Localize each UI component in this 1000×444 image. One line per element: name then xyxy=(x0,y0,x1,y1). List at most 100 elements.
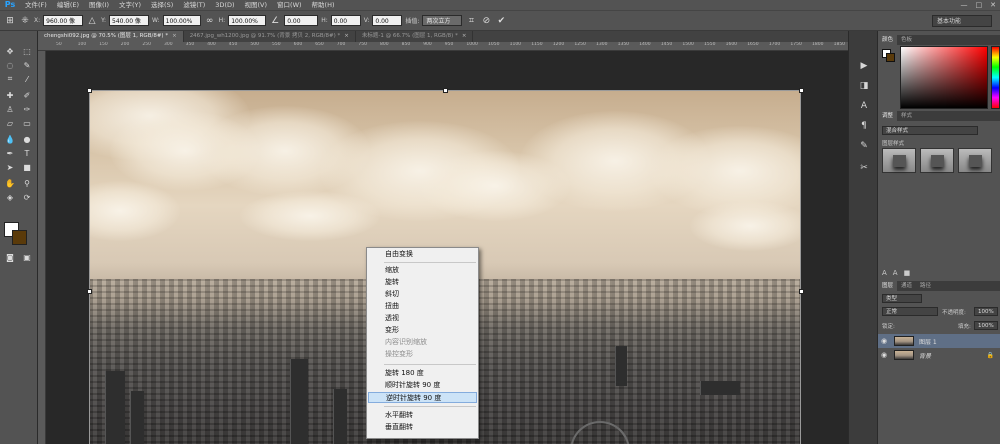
menu-file[interactable]: 文件(F) xyxy=(20,0,52,10)
marquee-tool-icon[interactable]: ⬚ xyxy=(20,45,34,57)
menu-item-skew[interactable]: 斜切 xyxy=(368,289,477,300)
path-select-tool-icon[interactable]: ➤ xyxy=(3,161,17,173)
minimize-button[interactable]: — xyxy=(961,0,968,10)
height-input[interactable]: 100.00% xyxy=(228,15,267,26)
menu-item-flip-horizontal[interactable]: 水平翻转 xyxy=(368,410,477,421)
type-tool-icon[interactable]: T xyxy=(20,147,34,159)
move-tool-icon[interactable]: ✥ xyxy=(3,45,17,57)
tab-layers[interactable]: 图层 xyxy=(878,281,898,291)
tab-chengshi[interactable]: chengshi092.jpg @ 70.5% (图层 1, RGB/8#) *… xyxy=(38,31,184,42)
zoom-tool-icon[interactable]: ⚲ xyxy=(20,177,34,189)
tab-paths[interactable]: 路径 xyxy=(916,281,935,291)
interpolation-dropdown[interactable]: 两次立方 xyxy=(422,15,463,26)
horizontal-ruler[interactable]: 50 100 150 200 250 300 350 400 450 500 550 600 650 70… xyxy=(38,42,848,51)
opacity-input[interactable]: 100% xyxy=(974,307,998,316)
rotate-view-icon[interactable]: ⟳ xyxy=(20,191,34,203)
hue-slider[interactable] xyxy=(991,46,1000,109)
eraser-tool-icon[interactable]: ▱ xyxy=(3,117,17,129)
panel-background-swatch[interactable] xyxy=(886,53,895,62)
tab-styles[interactable]: 样式 xyxy=(897,111,916,121)
close-tab-icon[interactable]: × xyxy=(462,33,467,39)
clone-source-icon[interactable]: ✂ xyxy=(857,161,871,175)
menu-item-rotate-90-ccw[interactable]: 逆时针旋转 90 度 xyxy=(368,392,477,403)
tab-adjustments[interactable]: 调整 xyxy=(878,111,898,121)
fill-input[interactable]: 100% xyxy=(974,321,998,330)
menu-item-scale[interactable]: 缩放 xyxy=(368,265,477,276)
eyedropper-tool-icon[interactable]: ⁄ xyxy=(20,73,34,85)
paragraph-style-icon[interactable]: A xyxy=(893,269,898,277)
hand-tool-icon[interactable]: ✋ xyxy=(3,177,17,189)
width-input[interactable]: 100.00% xyxy=(162,15,201,26)
quick-mask-icon[interactable]: ◙ xyxy=(3,251,17,263)
history-icon[interactable]: ◨ xyxy=(857,79,871,93)
transform-handle-right-mid[interactable] xyxy=(799,289,804,294)
tab-channels[interactable]: 通道 xyxy=(897,281,916,291)
transform-handle-top-left[interactable] xyxy=(87,88,92,93)
transform-handle-left-mid[interactable] xyxy=(87,289,92,294)
visibility-eye-icon[interactable]: ◉ xyxy=(878,351,890,359)
menu-item-rotate-90-cw[interactable]: 顺时针旋转 90 度 xyxy=(368,380,477,391)
paragraph-icon[interactable]: ¶ xyxy=(857,119,871,133)
menu-type[interactable]: 文字(Y) xyxy=(114,0,146,10)
lasso-tool-icon[interactable]: ◌ xyxy=(3,59,17,71)
menu-help[interactable]: 帮助(H) xyxy=(307,0,340,10)
play-icon[interactable]: ▶ xyxy=(857,59,871,73)
commit-transform-icon[interactable]: ✔ xyxy=(495,15,507,27)
menu-view[interactable]: 视图(V) xyxy=(240,0,273,10)
3d-tool-icon[interactable]: ◈ xyxy=(3,191,17,203)
tab-untitled[interactable]: 未标题-1 @ 66.7% (图层 1, RGB/8) * × xyxy=(356,31,474,42)
screen-mode-icon[interactable]: ▣ xyxy=(20,251,34,263)
menu-item-flip-vertical[interactable]: 垂直翻转 xyxy=(368,422,477,433)
warp-mode-icon[interactable]: ⌗ xyxy=(465,15,477,27)
tab-2467[interactable]: 2467.jpg_wh1200.jpg @ 91.7% (背景 拷贝 2, RG… xyxy=(184,31,356,42)
menu-image[interactable]: 图像(I) xyxy=(84,0,114,10)
style-dropdown[interactable]: 混合样式 xyxy=(882,126,978,135)
transform-handle-top-mid[interactable] xyxy=(443,88,448,93)
close-button[interactable]: ✕ xyxy=(990,0,996,10)
workspace-dropdown[interactable]: 基本功能 xyxy=(932,15,992,27)
vskew-input[interactable]: 0.00 xyxy=(372,15,403,26)
close-tab-icon[interactable]: × xyxy=(344,33,349,39)
brush-tool-icon[interactable]: ✐ xyxy=(20,89,34,101)
menu-filter[interactable]: 滤镜(T) xyxy=(178,0,210,10)
character-style-icon[interactable]: A xyxy=(882,269,887,277)
pen-tool-icon[interactable]: ✒ xyxy=(3,147,17,159)
menu-edit[interactable]: 编辑(E) xyxy=(52,0,84,10)
crop-tool-icon[interactable]: ⌗ xyxy=(3,73,17,85)
angle-input[interactable]: 0.00 xyxy=(284,15,319,26)
menu-3d[interactable]: 3D(D) xyxy=(210,0,239,10)
color-swatches[interactable] xyxy=(4,222,28,246)
menu-item-perspective[interactable]: 透视 xyxy=(368,313,477,324)
dodge-tool-icon[interactable]: ● xyxy=(20,133,34,145)
glyph-icon[interactable]: ■ xyxy=(904,269,911,277)
x-input[interactable]: 960.00 像 xyxy=(43,15,84,26)
menu-item-rotate-180[interactable]: 旋转 180 度 xyxy=(368,368,477,379)
style-swatch[interactable] xyxy=(920,148,954,173)
menu-item-free-transform[interactable]: 自由变换 xyxy=(368,249,477,260)
style-swatch[interactable] xyxy=(958,148,992,173)
character-icon[interactable]: A xyxy=(857,99,871,113)
layer-filter-dropdown[interactable]: 类型 xyxy=(882,294,922,303)
tab-color[interactable]: 颜色 xyxy=(878,35,898,45)
menu-select[interactable]: 选择(S) xyxy=(146,0,178,10)
visibility-eye-icon[interactable]: ◉ xyxy=(878,337,890,345)
history-brush-icon[interactable]: ✑ xyxy=(20,103,34,115)
background-color-swatch[interactable] xyxy=(12,230,27,245)
link-icon[interactable]: ∞ xyxy=(204,15,216,27)
color-picker-field[interactable] xyxy=(900,46,988,109)
quick-select-tool-icon[interactable]: ✎ xyxy=(20,59,34,71)
transform-tool-icon[interactable]: ⊞ xyxy=(4,15,16,27)
menu-item-rotate[interactable]: 旋转 xyxy=(368,277,477,288)
cancel-transform-icon[interactable]: ⊘ xyxy=(480,15,492,27)
y-input[interactable]: 540.00 像 xyxy=(109,15,150,26)
maximize-button[interactable]: □ xyxy=(976,0,983,10)
menu-item-distort[interactable]: 扭曲 xyxy=(368,301,477,312)
close-tab-icon[interactable]: × xyxy=(172,33,177,39)
triangle-icon[interactable]: △ xyxy=(86,15,98,27)
stamp-tool-icon[interactable]: ♙ xyxy=(3,103,17,115)
transform-handle-top-right[interactable] xyxy=(799,88,804,93)
tab-swatches[interactable]: 色板 xyxy=(897,35,916,45)
menu-window[interactable]: 窗口(W) xyxy=(272,0,307,10)
blur-tool-icon[interactable]: 💧 xyxy=(3,133,17,145)
layer-row-layer1[interactable]: ◉ 图层 1 xyxy=(878,334,1000,348)
